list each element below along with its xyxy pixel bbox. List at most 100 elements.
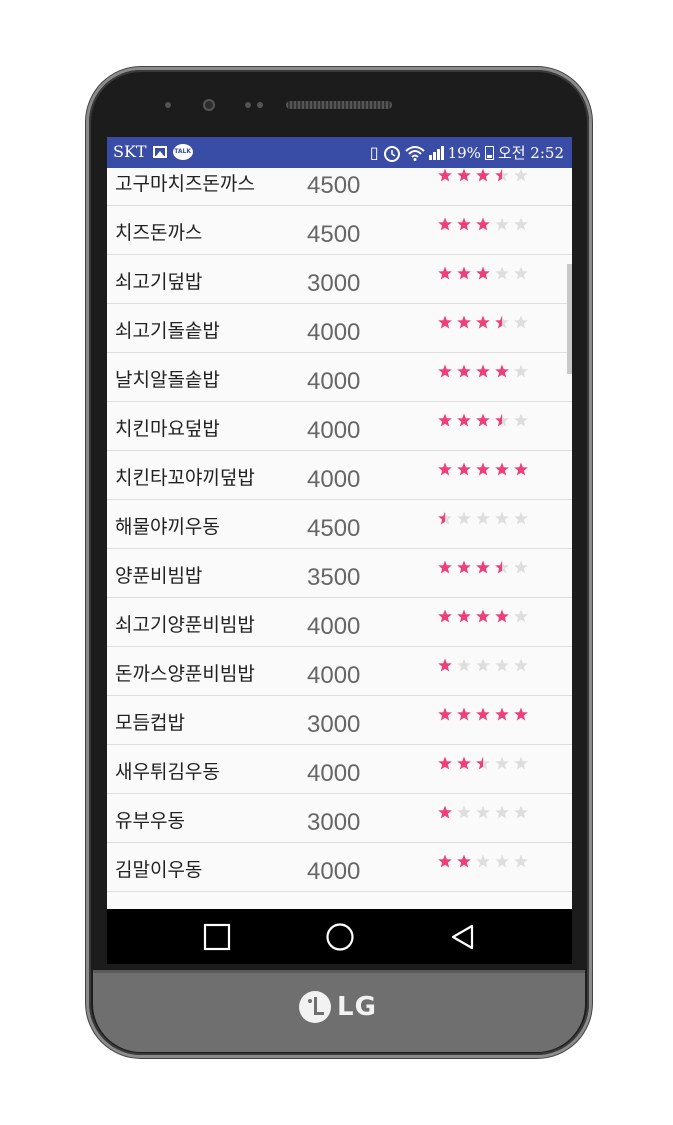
star-icon (495, 511, 509, 525)
menu-item-price: 4000 (307, 368, 361, 395)
list-item[interactable]: 쇠고기돌솥밥 4000 (107, 305, 572, 353)
menu-item-name: 치즈돈까스 (115, 222, 203, 244)
star-icon (457, 756, 471, 770)
star-icon (476, 511, 490, 525)
menu-item-price: 4000 (307, 760, 361, 787)
screen: SKT TALK ▯ 19% 오전 2:52 김말이우동 4000 유부우동 3… (107, 137, 572, 964)
star-icon (476, 854, 490, 868)
star-icon (457, 854, 471, 868)
star-icon (495, 413, 509, 427)
battery-percent: 19% (447, 143, 481, 162)
list-item[interactable]: 김말이우동 4000 (107, 844, 572, 892)
menu-item-name: 돈까스양푼비빔밥 (115, 663, 255, 685)
home-button[interactable] (320, 909, 360, 964)
wifi-icon (404, 145, 425, 161)
star-icon (457, 217, 471, 231)
star-icon (476, 217, 490, 231)
menu-item-name: 모듬컵밥 (115, 712, 185, 734)
back-button[interactable] (443, 909, 483, 964)
list-item[interactable]: 치킨마요덮밥 4000 (107, 403, 572, 451)
star-icon (476, 658, 490, 672)
star-icon (438, 511, 452, 525)
menu-item-name: 양푼비빔밥 (115, 565, 203, 587)
list-item[interactable]: 모듬컵밥 3000 (107, 697, 572, 745)
list-item[interactable]: 유부우동 3000 (107, 795, 572, 843)
star-icon (514, 609, 528, 623)
star-icon (457, 462, 471, 476)
star-icon (438, 217, 452, 231)
star-icon (514, 511, 528, 525)
star-icon (476, 805, 490, 819)
menu-item-price: 4000 (307, 319, 361, 346)
star-icon (495, 560, 509, 574)
star-icon (495, 658, 509, 672)
sensor-icon (165, 102, 171, 108)
list-item[interactable]: 새우튀김우동 4000 (107, 746, 572, 794)
menu-item-name: 쇠고기양푼비빔밥 (115, 614, 255, 636)
list-item[interactable]: 치즈돈까스 4500 (107, 207, 572, 255)
list-item[interactable]: 고구마치즈돈까스 4500 (107, 168, 572, 206)
list-item[interactable]: 쇠고기양푼비빔밥 4000 (107, 599, 572, 647)
star-icon (438, 560, 452, 574)
star-icon (438, 756, 452, 770)
sensor-icon (257, 102, 263, 108)
circle-icon (326, 922, 354, 951)
recent-apps-button[interactable] (197, 909, 237, 964)
star-icon (457, 315, 471, 329)
star-icon (457, 805, 471, 819)
star-icon (457, 413, 471, 427)
star-icon (514, 560, 528, 574)
star-icon (438, 609, 452, 623)
brand-label: LG (337, 992, 377, 1022)
list-item[interactable]: 해물야끼우동 4500 (107, 501, 572, 549)
star-icon (495, 805, 509, 819)
star-icon (476, 462, 490, 476)
star-icon (438, 462, 452, 476)
star-icon (514, 658, 528, 672)
star-icon (476, 168, 490, 182)
sensor-icon (245, 102, 251, 108)
square-icon (203, 923, 231, 950)
star-icon (457, 511, 471, 525)
star-icon (457, 168, 471, 182)
star-icon (438, 315, 452, 329)
list-item[interactable]: 쇠고기덮밥 3000 (107, 256, 572, 304)
earpiece-speaker (286, 101, 392, 109)
star-icon (438, 707, 452, 721)
star-icon (457, 707, 471, 721)
list-item[interactable]: 돈까스양푼비빔밥 4000 (107, 648, 572, 696)
menu-item-price: 3000 (307, 711, 361, 738)
menu-item-price: 4000 (307, 417, 361, 444)
star-icon (514, 462, 528, 476)
star-icon (514, 266, 528, 280)
alarm-icon (383, 145, 400, 162)
menu-item-name: 고구마치즈돈까스 (115, 173, 255, 195)
menu-item-name: 김말이우동 (115, 859, 203, 881)
star-icon (438, 168, 452, 182)
list-item[interactable]: 치킨타꼬야끼덮밥 4000 (107, 452, 572, 500)
lg-face-icon (299, 991, 331, 1023)
star-icon (495, 854, 509, 868)
star-icon (438, 413, 452, 427)
star-icon (476, 413, 490, 427)
menu-item-price: 3000 (307, 809, 361, 836)
star-icon (514, 168, 528, 182)
star-icon (457, 364, 471, 378)
scrollbar[interactable] (567, 264, 572, 374)
star-icon (514, 217, 528, 231)
star-icon (514, 854, 528, 868)
star-icon (457, 609, 471, 623)
vibrate-icon: ▯ (369, 143, 379, 162)
list-item[interactable]: 양푼비빔밥 3500 (107, 550, 572, 598)
star-icon (438, 364, 452, 378)
menu-list[interactable]: 김말이우동 4000 유부우동 3000 새우튀김우동 4000 모듬컵밥 3000 돈까스양푼… (107, 168, 572, 909)
menu-item-name: 쇠고기돌솥밥 (115, 320, 220, 342)
menu-item-price: 4000 (307, 662, 361, 689)
star-icon (514, 707, 528, 721)
menu-item-price: 4500 (307, 221, 361, 248)
list-item[interactable]: 날치알돌솥밥 4000 (107, 354, 572, 402)
star-icon (495, 217, 509, 231)
menu-item-price: 4500 (307, 515, 361, 542)
star-icon (476, 609, 490, 623)
star-icon (476, 560, 490, 574)
